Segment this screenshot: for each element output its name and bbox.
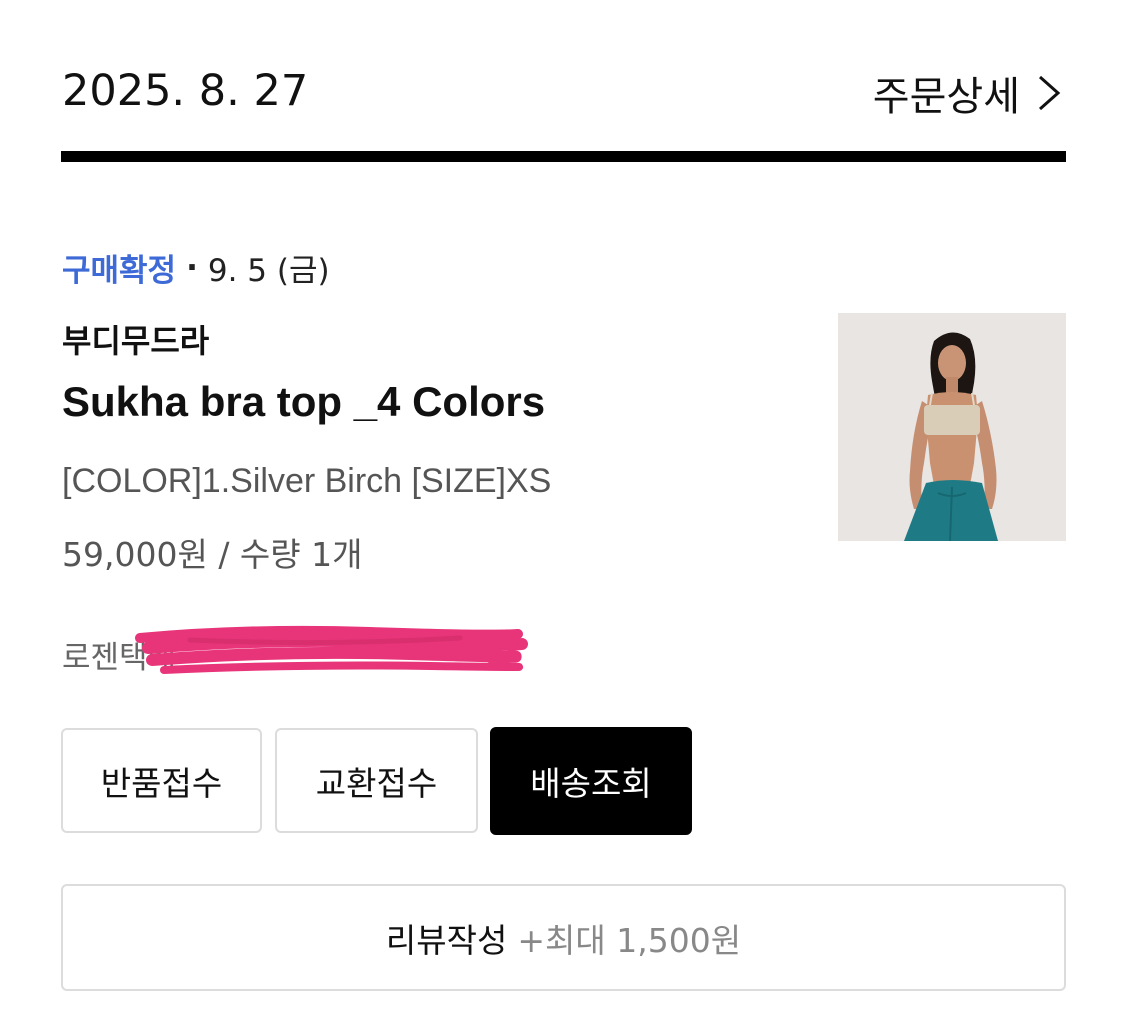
status-separator: ·: [186, 249, 198, 286]
review-bonus: +최대 1,500원: [517, 920, 742, 960]
status-date: 9. 5 (금): [207, 253, 330, 289]
product-photo: [838, 313, 1066, 541]
product-thumbnail[interactable]: [838, 313, 1066, 541]
order-detail-link[interactable]: 주문상세: [873, 64, 1066, 122]
order-status: 구매확정 · 9. 5 (금): [62, 245, 330, 290]
write-review-button[interactable]: 리뷰작성 +최대 1,500원: [61, 884, 1066, 991]
price-quantity: 59,000원 / 수량 1개: [62, 535, 363, 574]
redaction-scribble: [135, 625, 528, 674]
exchange-request-button[interactable]: 교환접수: [275, 728, 478, 833]
product-name[interactable]: Sukha bra top _4 Colors: [62, 378, 545, 426]
status-label: 구매확정: [62, 253, 177, 289]
order-date: 2025. 8. 27: [62, 66, 309, 116]
order-header: 2025. 8. 27 주문상세: [62, 60, 1066, 128]
track-delivery-button[interactable]: 배송조회: [490, 727, 692, 835]
brand-name[interactable]: 부디무드라: [62, 316, 209, 362]
product-option: [COLOR]1.Silver Birch [SIZE]XS: [62, 462, 552, 500]
header-divider: [61, 151, 1066, 162]
return-request-button[interactable]: 반품접수: [61, 728, 262, 833]
chevron-right-icon: [1039, 75, 1061, 111]
review-label: 리뷰작성: [385, 920, 508, 960]
order-detail-label: 주문상세: [872, 74, 1020, 120]
